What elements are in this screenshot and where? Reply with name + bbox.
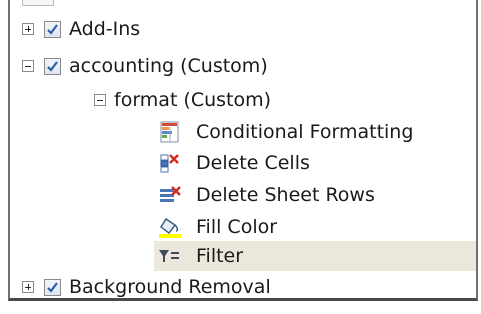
- checkmark-icon: [47, 281, 58, 293]
- checkmark-icon: [47, 23, 58, 35]
- tree-item-background-removal[interactable]: Background Removal: [22, 272, 462, 298]
- command-label: Delete Sheet Rows: [196, 184, 375, 206]
- tree-item-label: format (Custom): [114, 89, 272, 111]
- command-delete-cells[interactable]: Delete Cells: [156, 148, 476, 178]
- add-ins-checkbox[interactable]: [44, 20, 61, 38]
- delete-cells-icon: [160, 154, 179, 173]
- expand-plus-icon[interactable]: [22, 23, 34, 35]
- fill-color-icon: [159, 218, 181, 238]
- tree-item-label: Add-Ins: [69, 18, 141, 40]
- collapse-minus-icon[interactable]: [22, 60, 34, 72]
- background-removal-checkbox[interactable]: [44, 278, 61, 296]
- filter-icon: [159, 250, 179, 262]
- collapse-minus-icon[interactable]: [94, 94, 106, 106]
- checkmark-icon: [47, 60, 58, 72]
- customize-ribbon-tree[interactable]: Add-Ins accounting (Custom) format (Cust…: [8, 0, 478, 301]
- tree-item-add-ins[interactable]: Add-Ins: [22, 14, 462, 44]
- command-label: Fill Color: [196, 216, 278, 238]
- tree-item-format-custom[interactable]: format (Custom): [94, 85, 454, 115]
- tree-item-label: Background Removal: [69, 276, 271, 298]
- accounting-checkbox[interactable]: [44, 57, 61, 75]
- command-delete-sheet-rows[interactable]: Delete Sheet Rows: [156, 180, 476, 210]
- command-label: Filter: [196, 245, 244, 267]
- expand-plus-icon[interactable]: [22, 281, 34, 293]
- delete-sheet-rows-icon: [160, 186, 181, 202]
- command-filter[interactable]: Filter: [154, 241, 476, 271]
- tree-item-accounting-custom[interactable]: accounting (Custom): [22, 51, 462, 81]
- conditional-formatting-icon: [160, 121, 179, 143]
- tree-item-label: accounting (Custom): [69, 55, 268, 77]
- command-conditional-formatting[interactable]: Conditional Formatting: [156, 117, 476, 147]
- command-label: Delete Cells: [196, 152, 310, 174]
- command-fill-color[interactable]: Fill Color: [156, 212, 476, 242]
- command-label: Conditional Formatting: [196, 121, 414, 143]
- partial-expander-above: [22, 0, 54, 6]
